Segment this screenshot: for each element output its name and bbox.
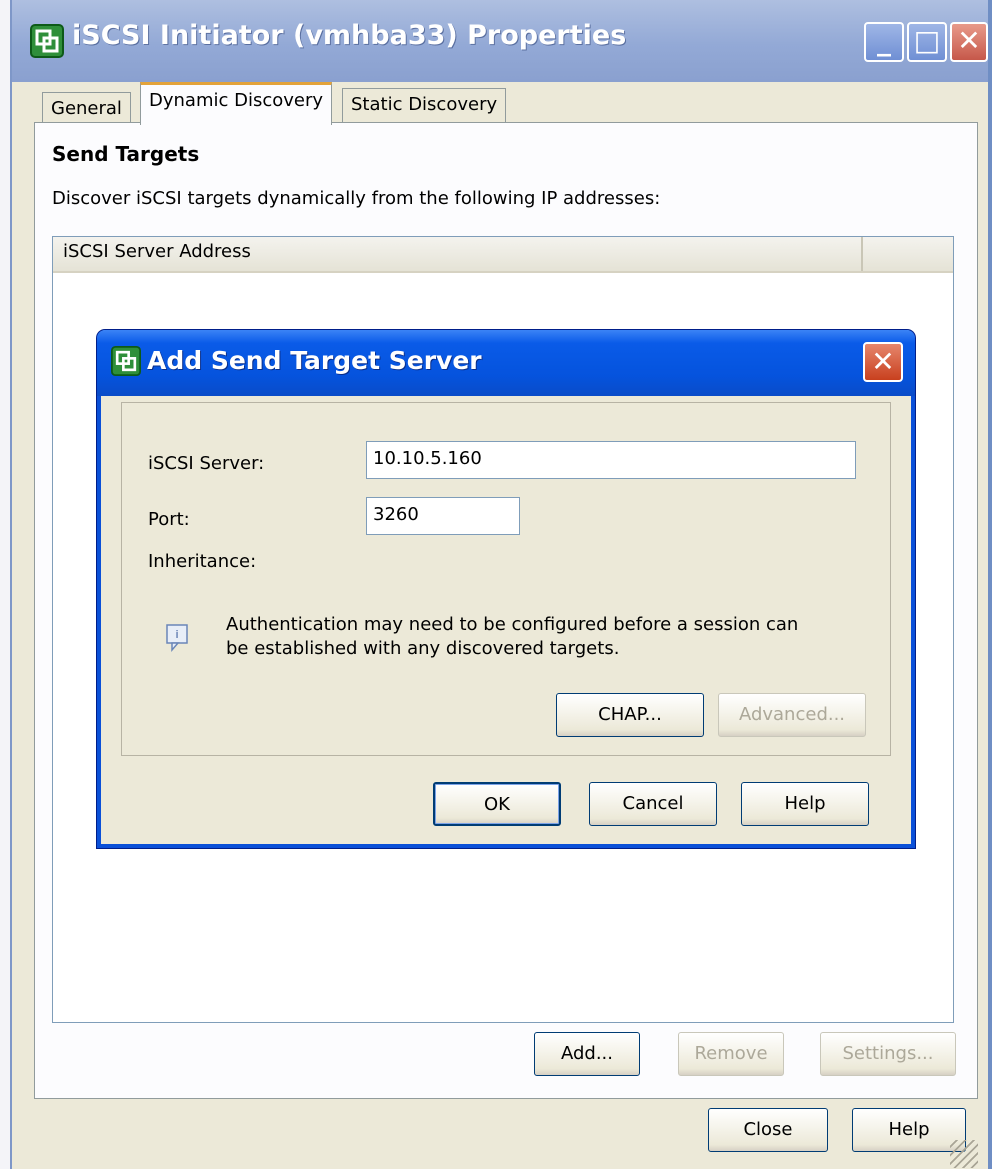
close-button[interactable]: Close (708, 1108, 828, 1152)
chap-button[interactable]: CHAP... (556, 693, 704, 737)
resize-grip[interactable] (950, 1140, 978, 1168)
dialog-close-button[interactable]: ✕ (863, 342, 903, 382)
add-send-target-dialog: Add Send Target Server ✕ iSCSI Server: 1… (97, 330, 915, 848)
settings-button[interactable]: Settings... (820, 1032, 956, 1076)
info-note-icon: i (166, 624, 188, 653)
vsphere-icon (111, 346, 141, 376)
authentication-note-line-2: be established with any discovered targe… (226, 638, 620, 659)
column-header-extra[interactable] (865, 237, 951, 271)
ok-button[interactable]: OK (433, 782, 561, 826)
list-header: iSCSI Server Address (53, 237, 953, 273)
column-header-server-address[interactable]: iSCSI Server Address (53, 237, 863, 271)
tab-static-discovery[interactable]: Static Discovery (342, 88, 507, 123)
maximize-button[interactable]: □ (907, 22, 947, 62)
minimize-button[interactable]: _ (864, 22, 904, 62)
dialog-title: Add Send Target Server (147, 346, 482, 375)
help-button[interactable]: Help (852, 1108, 966, 1152)
dialog-group-box: iSCSI Server: 10.10.5.160 Port: 3260 Inh… (121, 402, 891, 756)
window-close-button[interactable]: ✕ (950, 22, 988, 62)
section-description: Discover iSCSI targets dynamically from … (52, 188, 661, 209)
advanced-button[interactable]: Advanced... (718, 693, 866, 737)
section-title: Send Targets (52, 142, 200, 166)
tab-general[interactable]: General (42, 92, 131, 123)
port-input[interactable]: 3260 (366, 497, 520, 535)
port-label: Port: (148, 509, 190, 530)
vsphere-icon (30, 24, 64, 58)
inheritance-label: Inheritance: (148, 551, 257, 572)
tab-dynamic-discovery[interactable]: Dynamic Discovery (140, 82, 333, 125)
iscsi-server-label: iSCSI Server: (148, 453, 265, 474)
remove-button[interactable]: Remove (678, 1032, 784, 1076)
authentication-note: Authentication may need to be configured… (226, 613, 866, 661)
cancel-button[interactable]: Cancel (589, 782, 717, 826)
iscsi-server-input[interactable]: 10.10.5.160 (366, 441, 856, 479)
svg-text:i: i (175, 628, 178, 641)
add-button[interactable]: Add... (534, 1032, 640, 1076)
dialog-title-bar[interactable]: Add Send Target Server ✕ (97, 330, 915, 396)
window-title: iSCSI Initiator (vmhba33) Properties (72, 20, 627, 51)
authentication-note-line-1: Authentication may need to be configured… (226, 614, 799, 635)
dialog-help-button[interactable]: Help (741, 782, 869, 826)
window-title-bar[interactable]: iSCSI Initiator (vmhba33) Properties _ □… (12, 0, 988, 82)
